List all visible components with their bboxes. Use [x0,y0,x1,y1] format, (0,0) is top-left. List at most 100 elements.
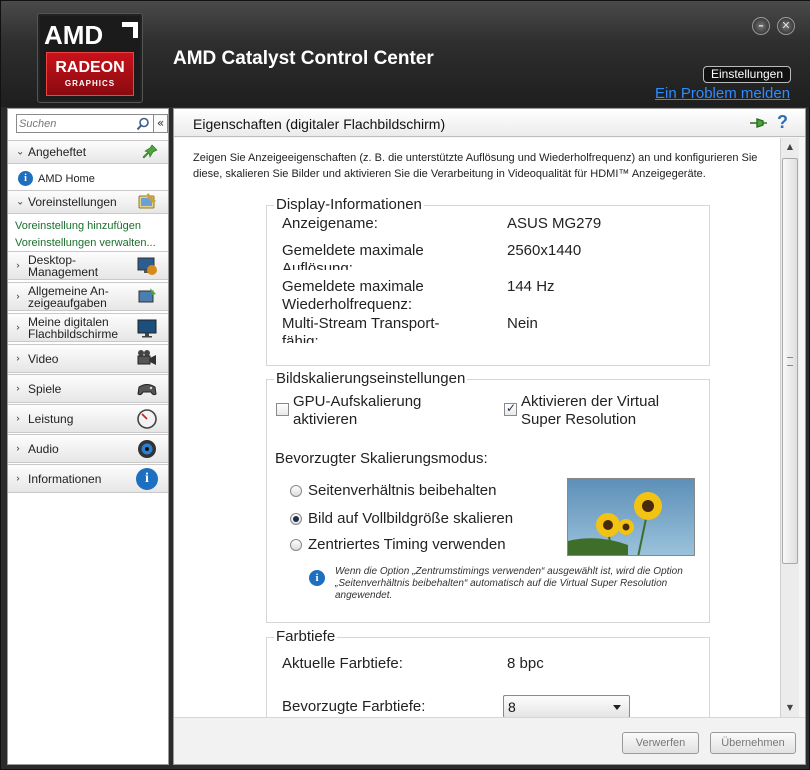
search-input[interactable] [19,116,129,131]
add-preset-link[interactable]: Voreinstellung hinzufügen [15,220,141,232]
info-icon: i [136,467,158,490]
label-line2: Flachbildschirme [28,326,119,341]
close-button[interactable]: ✕ [777,17,795,35]
preferred-color-depth-label: Bevorzugte Farbtiefe: [282,698,426,715]
sidebar: « ⌄ Angeheftet i AMD Home ⌄ Voreinstellu… [7,108,169,765]
apply-button[interactable]: Übernehmen [710,732,796,754]
collapse-sidebar-button[interactable]: « [153,114,168,133]
help-icon[interactable]: ? [777,112,788,133]
minimize-button[interactable]: – [752,17,770,35]
sidebar-item-label: Leistung [28,411,74,426]
radeon-badge: RADEON GRAPHICS [46,52,134,96]
gpu-scaling-checkbox[interactable] [276,403,289,416]
content-area: Zeigen Sie Anzeigeeigenschaften (z. B. d… [174,138,780,717]
display-tasks-icon [138,287,156,302]
sidebar-item-games[interactable]: › Spiele [8,374,168,403]
discard-button[interactable]: Verwerfen [622,732,699,754]
radio-centered-timing-label[interactable]: Zentriertes Timing verwenden [308,536,548,554]
sidebar-item-label: Allgemeine An-zeigeaufgaben [28,285,109,309]
radio-full-panel-label[interactable]: Bild auf Vollbildgröße skalieren [308,510,548,528]
pin-icon[interactable] [748,115,768,131]
group-title: Bildskalierungseinstellungen [274,370,468,387]
chevron-right-icon: › [16,413,20,424]
sunflower-image [568,479,694,555]
sidebar-item-flat-panels[interactable]: › Meine digitalen Flachbildschirme [8,313,168,342]
sidebar-item-video[interactable]: › Video [8,344,168,373]
chevron-down-icon: ⌄ [16,146,25,158]
sidebar-item-amd-home[interactable]: i AMD Home [8,168,168,190]
info-icon: i [18,171,33,186]
amd-arrow-icon [122,22,138,38]
sidebar-item-label: Angeheftet [28,145,87,159]
radio-keep-aspect[interactable] [290,485,302,497]
search-box[interactable] [16,114,154,133]
app-window: AMD RADEON GRAPHICS AMD Catalyst Control… [0,0,810,770]
sidebar-item-label: Audio [28,441,59,456]
sidebar-item-presets[interactable]: ⌄ Voreinstellungen [8,190,168,214]
window-title: AMD Catalyst Control Center [173,48,434,69]
scroll-down-arrow-icon[interactable]: ▼ [783,701,797,715]
max-resolution-value: 2560x1440 [507,242,582,259]
scaling-preview-image [567,478,695,556]
chevron-right-icon: › [16,260,20,271]
sidebar-item-label: AMD Home [38,173,95,185]
settings-button[interactable]: Einstellungen [703,66,791,83]
display-info-group: Display-Informationen Anzeigename: ASUS … [266,196,710,366]
sidebar-item-display-tasks[interactable]: › Allgemeine An-zeigeaufgaben [8,282,168,311]
chevron-right-icon: › [16,291,20,302]
select-value: 8 [508,699,516,715]
sidebar-item-label: Voreinstellungen [28,195,117,209]
mst-capable-label: Multi-Stream Transport-fähig: [282,315,440,343]
vsr-checkbox[interactable]: ✓ [504,401,517,416]
current-color-depth-label: Aktuelle Farbtiefe: [282,655,403,672]
video-camera-icon [137,349,156,365]
chevron-down-icon: ⌄ [16,196,25,208]
logo-line2: GRAPHICS [64,79,116,88]
amd-radeon-logo: AMD RADEON GRAPHICS [37,13,143,103]
scrollbar-thumb[interactable] [782,158,798,564]
mst-capable-value: Nein [507,315,538,332]
chevron-right-icon: › [16,443,20,454]
max-refresh-label: Gemeldete maximale Wiederholfrequenz: [282,278,424,313]
manage-presets-link[interactable]: Voreinstellungen verwalten... [15,237,156,249]
report-problem-link[interactable]: Ein Problem melden [655,85,790,102]
sidebar-item-audio[interactable]: › Audio [8,434,168,463]
radio-keep-aspect-label[interactable]: Seitenverhältnis beibehalten [308,482,548,500]
sidebar-item-label: Video [28,351,59,366]
main-panel: Eigenschaften (digitaler Flachbildschirm… [173,108,806,765]
scroll-grip-icon [787,357,793,366]
vertical-scrollbar[interactable]: ▲ ▼ [780,138,799,717]
pin-icon [142,144,158,159]
display-name-value: ASUS MG279 [507,215,602,232]
label-line2: Management [28,264,99,279]
checkmark-icon: ✓ [506,401,517,415]
max-refresh-value: 144 Hz [507,278,555,295]
current-color-depth-value: 8 bpc [507,655,544,672]
radio-full-panel[interactable] [290,513,302,525]
sidebar-item-pinned[interactable]: ⌄ Angeheftet [8,140,168,164]
scaling-note: Wenn die Option „Zentrumstimings verwend… [335,566,683,601]
sidebar-item-performance[interactable]: › Leistung [8,404,168,433]
sidebar-item-desktop-management[interactable]: › Desktop- Management [8,251,168,280]
chevron-right-icon: › [16,383,20,394]
panel-header: Eigenschaften (digitaler Flachbildschirm… [174,109,805,137]
color-depth-group: Farbtiefe Aktuelle Farbtiefe: 8 bpc Bevo… [266,628,710,717]
chevron-right-icon: › [16,353,20,364]
scroll-up-arrow-icon[interactable]: ▲ [783,140,797,154]
vsr-label: Aktivieren der Virtual Super Resolution [521,393,660,428]
page-title: Eigenschaften (digitaler Flachbildschirm… [193,116,446,132]
page-description: Zeigen Sie Anzeigeeigenschaften (z. B. d… [193,152,758,180]
sidebar-item-information[interactable]: › Informationen i [8,464,168,493]
sidebar-item-label: Desktop- Management [28,254,98,278]
search-icon[interactable] [136,117,150,131]
scaling-mode-label: Bevorzugter Skalierungsmodus: [275,450,488,467]
footer-bar: Verwerfen Übernehmen [174,717,805,764]
preferred-color-depth-select[interactable]: 8 [503,695,630,717]
sidebar-item-label: Spiele [28,381,62,396]
logo-line1: RADEON [55,59,125,76]
sidebar-item-label: Meine digitalen Flachbildschirme [28,316,118,340]
group-title: Farbtiefe [274,628,338,645]
flat-panel-icon [137,319,157,337]
radio-centered-timing[interactable] [290,539,302,551]
group-title: Display-Informationen [274,196,424,213]
